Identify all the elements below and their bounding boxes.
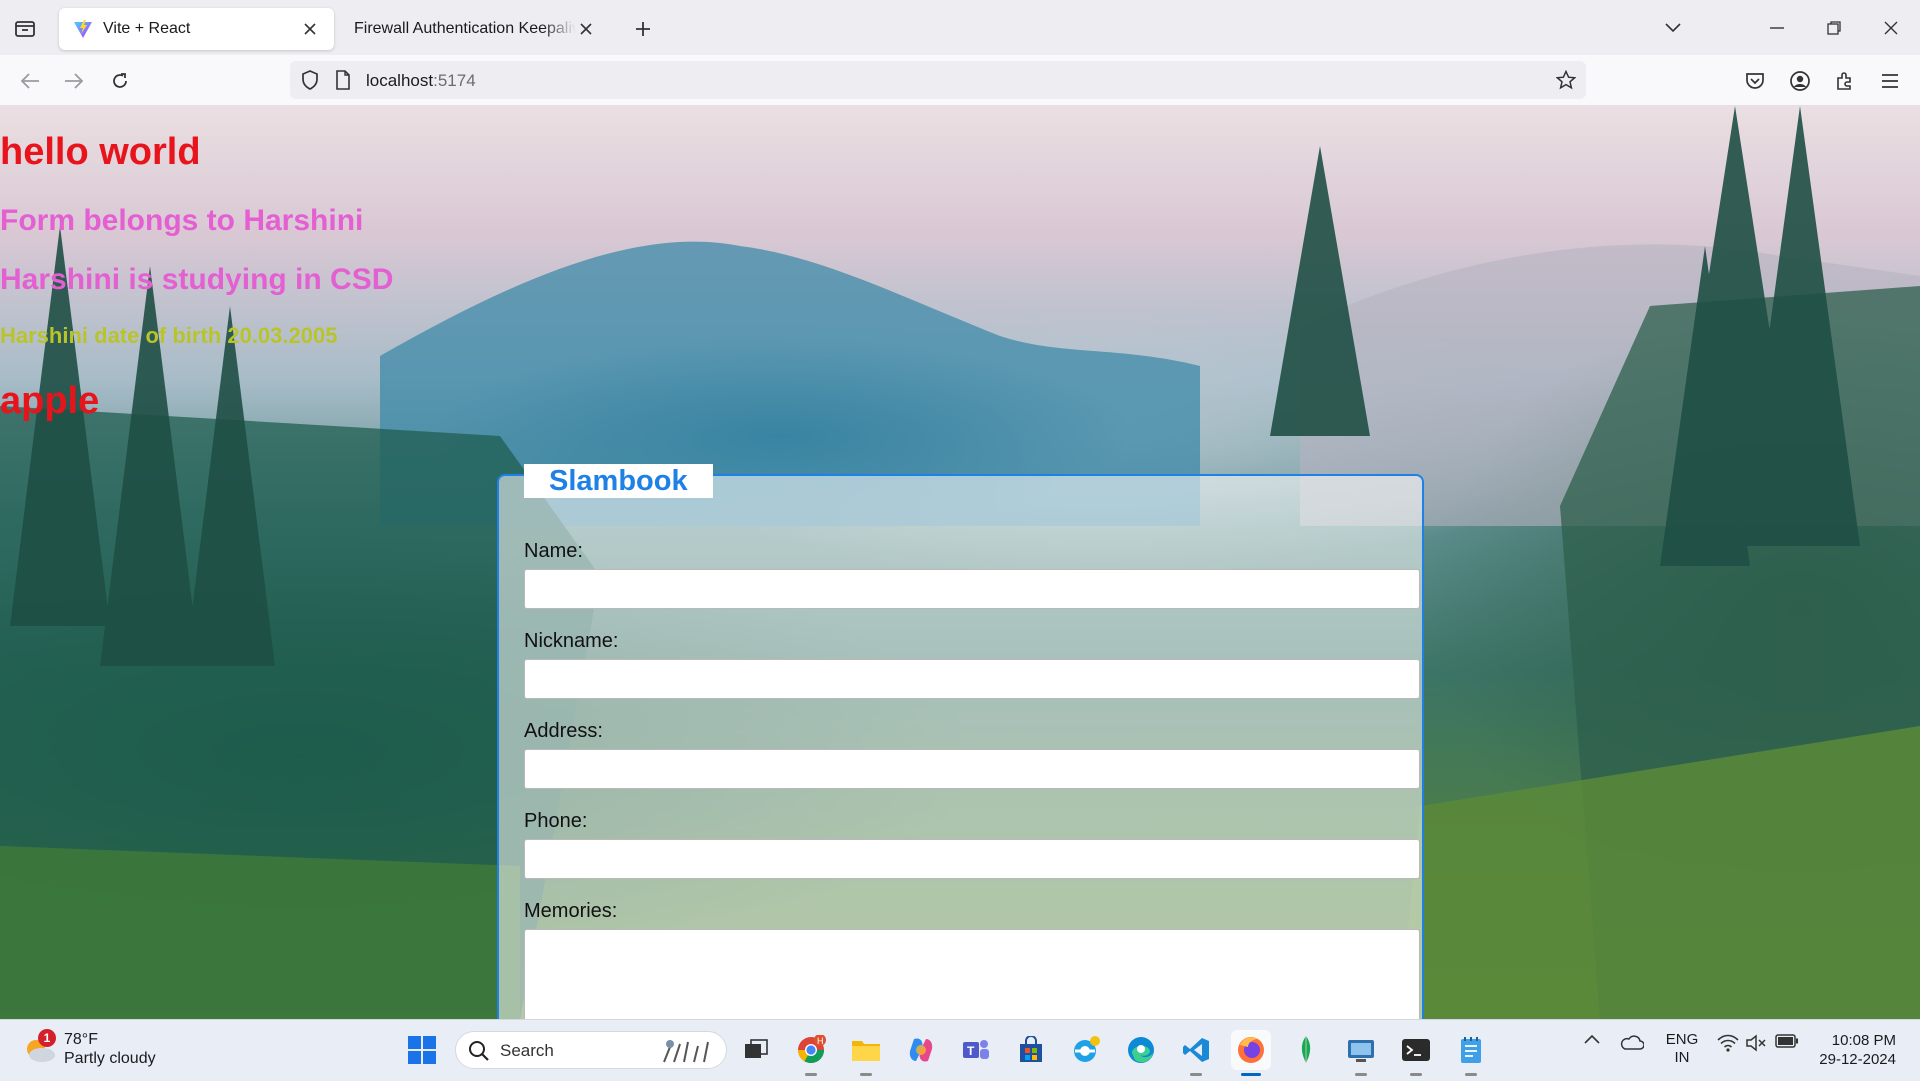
name-input[interactable] — [524, 569, 1420, 609]
chrome-icon[interactable]: H — [791, 1030, 831, 1076]
weather-icon: 1 — [22, 1029, 58, 1067]
lang-line1: ENG — [1665, 1031, 1699, 1048]
reload-button[interactable] — [106, 67, 134, 95]
address-label: Address: — [524, 720, 603, 742]
mongodb-icon[interactable] — [1286, 1030, 1326, 1070]
page-icon[interactable] — [335, 70, 351, 90]
nickname-label: Nickname: — [524, 630, 619, 652]
slambook-form: Slambook Name: Nickname: Address: Phone:… — [497, 464, 1424, 1019]
language-indicator[interactable]: ENG IN — [1664, 1031, 1700, 1067]
address-input[interactable] — [524, 749, 1420, 789]
remote-desktop-icon[interactable] — [1341, 1030, 1381, 1076]
menu-icon[interactable] — [1876, 67, 1904, 95]
name-label: Name: — [524, 540, 583, 562]
tab-firewall[interactable]: Firewall Authentication Keepalive W — [340, 8, 610, 50]
search-icon — [469, 1041, 489, 1061]
copilot-icon[interactable] — [901, 1030, 941, 1070]
pocket-icon[interactable] — [1741, 67, 1769, 95]
vite-logo-icon — [74, 20, 92, 38]
internet-explorer-icon[interactable] — [1066, 1030, 1106, 1070]
wifi-icon[interactable] — [1717, 1034, 1739, 1052]
close-tab-icon[interactable] — [576, 19, 596, 39]
new-tab-button[interactable] — [630, 16, 656, 42]
windows-taskbar: 1 78°F Partly cloudy Search H T ENG IN 1… — [0, 1019, 1920, 1081]
close-window-button[interactable] — [1876, 14, 1906, 42]
system-clock[interactable]: 10:08 PM 29-12-2024 — [1819, 1031, 1896, 1069]
clock-date: 29-12-2024 — [1819, 1051, 1896, 1068]
start-button[interactable] — [402, 1030, 442, 1070]
minimize-button[interactable] — [1762, 14, 1792, 42]
browser-tab-bar: Vite + React Firewall Authentication Kee… — [0, 0, 1920, 55]
phone-label: Phone: — [524, 810, 588, 832]
account-icon[interactable] — [1786, 67, 1814, 95]
nickname-input[interactable] — [524, 659, 1420, 699]
url-port: :5174 — [433, 71, 476, 90]
search-highlight-icon — [663, 1040, 709, 1063]
terminal-icon[interactable] — [1396, 1030, 1436, 1076]
phone-input[interactable] — [524, 839, 1420, 879]
weather-badge: 1 — [38, 1029, 56, 1047]
battery-icon[interactable] — [1775, 1034, 1799, 1048]
weather-condition: Partly cloudy — [64, 1050, 156, 1067]
weather-widget[interactable]: 1 78°F Partly cloudy — [22, 1029, 156, 1068]
forward-button[interactable] — [60, 67, 88, 95]
lang-line2: IN — [1674, 1049, 1690, 1066]
tab-title: Firewall Authentication Keepalive W — [354, 20, 576, 37]
taskbar-search[interactable]: Search — [455, 1031, 727, 1069]
tab-title: Vite + React — [103, 20, 191, 37]
page-viewport: hello world Form belongs to Harshini Har… — [0, 106, 1920, 1019]
form-legend: Slambook — [524, 464, 713, 498]
hello-heading: hello world — [0, 131, 201, 173]
teams-icon[interactable]: T — [956, 1030, 996, 1070]
restore-button[interactable] — [1819, 14, 1849, 42]
file-explorer-icon[interactable] — [846, 1030, 886, 1076]
chrome-badge: H — [817, 1036, 824, 1046]
memories-textarea[interactable] — [524, 929, 1420, 1019]
vscode-icon[interactable] — [1176, 1030, 1216, 1076]
close-tab-icon[interactable] — [300, 19, 320, 39]
extensions-icon[interactable] — [1831, 67, 1859, 95]
firefox-icon[interactable] — [1231, 1030, 1271, 1076]
dob-heading: Harshini date of birth 20.03.2005 — [0, 323, 338, 348]
show-hidden-icons[interactable] — [1584, 1034, 1600, 1044]
study-heading: Harshini is studying in CSD — [0, 263, 394, 296]
url-host: localhost — [366, 71, 434, 90]
edge-icon[interactable] — [1121, 1030, 1161, 1070]
weather-temp: 78°F — [64, 1031, 98, 1048]
notepad-icon[interactable] — [1451, 1030, 1491, 1076]
onedrive-icon[interactable] — [1620, 1034, 1644, 1050]
shield-icon[interactable] — [300, 70, 320, 90]
url-bar[interactable]: localhost:5174 — [290, 61, 1586, 99]
back-button[interactable] — [16, 67, 44, 95]
microsoft-store-icon[interactable] — [1011, 1030, 1051, 1070]
task-view-icon[interactable] — [736, 1030, 776, 1070]
tab-vite-react[interactable]: Vite + React — [59, 8, 334, 50]
memories-label: Memories: — [524, 900, 618, 922]
url-text[interactable]: localhost:5174 — [366, 71, 476, 91]
list-all-tabs-icon[interactable] — [1658, 14, 1688, 42]
bookmark-star-icon[interactable] — [1556, 70, 1576, 90]
browser-nav-bar: localhost:5174 — [0, 55, 1920, 106]
tab-list-icon[interactable] — [12, 16, 38, 40]
owner-heading: Form belongs to Harshini — [0, 204, 364, 237]
volume-muted-icon[interactable] — [1745, 1034, 1767, 1052]
search-placeholder: Search — [500, 1041, 554, 1060]
apple-heading: apple — [0, 380, 100, 422]
svg-text:T: T — [967, 1044, 975, 1058]
clock-time: 10:08 PM — [1831, 1032, 1896, 1049]
